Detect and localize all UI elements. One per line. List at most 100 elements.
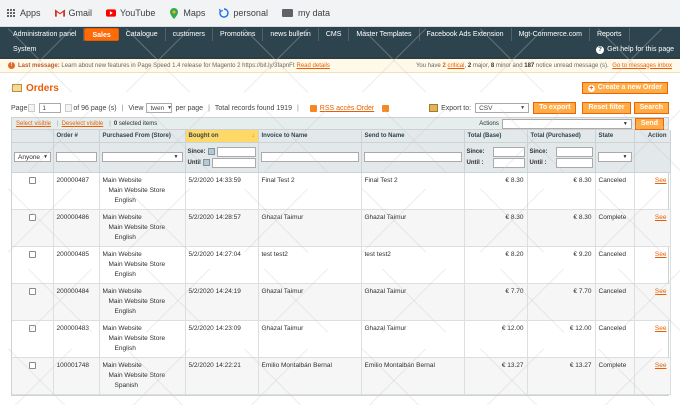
- store-website: Main Website: [102, 361, 142, 369]
- bookmark-apps[interactable]: Apps: [6, 8, 41, 18]
- export-format-select[interactable]: CSV ▼: [475, 103, 530, 113]
- select-filter[interactable]: Anyone ▼: [14, 152, 51, 162]
- read-details-link[interactable]: Read details: [297, 63, 330, 69]
- table-row[interactable]: 200000483 Main Website Main Website Store E…: [12, 320, 671, 358]
- col-bought-on[interactable]: Bought on ↓: [185, 130, 259, 143]
- create-order-button[interactable]: + Create a new Order: [581, 82, 668, 94]
- state-filter-select[interactable]: ▼: [597, 152, 632, 162]
- invoice-filter-input[interactable]: [260, 152, 359, 162]
- nav-item-facebook-ads[interactable]: Facebook Ads Extension: [420, 28, 512, 41]
- deselect-visible-link[interactable]: Deselect visible: [62, 121, 104, 127]
- base-from-input[interactable]: [492, 146, 525, 157]
- col-invoice-to[interactable]: Invoice to Name: [258, 130, 362, 143]
- base-since-label: Since:: [466, 148, 485, 155]
- row-checkbox[interactable]: [28, 324, 36, 332]
- col-total-base[interactable]: Total (Base): [464, 130, 528, 143]
- table-row[interactable]: 200000484 Main Website Main Website Store E…: [12, 283, 671, 321]
- see-order-link[interactable]: See: [655, 214, 667, 221]
- invoice-to: Emilio Montalbán Bernal: [258, 357, 362, 395]
- page-input[interactable]: 1: [39, 103, 62, 113]
- create-order-label: Create a new Order: [597, 84, 662, 91]
- bookmark-personal[interactable]: personal: [219, 8, 268, 18]
- send-button[interactable]: Send: [634, 117, 664, 130]
- calendar-icon[interactable]: [202, 159, 210, 166]
- see-order-link[interactable]: See: [655, 177, 667, 184]
- col-total-purchased[interactable]: Total (Purchased): [527, 130, 596, 143]
- col-send-to[interactable]: Send to Name: [361, 130, 465, 143]
- table-row[interactable]: 200000485 Main Website Main Website Store E…: [12, 246, 671, 284]
- rss-icon[interactable]: [382, 104, 390, 112]
- next-page-arrow-icon[interactable]: [65, 104, 73, 112]
- col-action: Action: [634, 130, 671, 143]
- see-order-link[interactable]: See: [655, 251, 667, 258]
- send-to: Final Test 2: [361, 172, 465, 210]
- per-page-select[interactable]: twen ▼: [146, 103, 173, 113]
- date-since-input[interactable]: [216, 146, 256, 157]
- purchased-from-input[interactable]: [555, 146, 593, 157]
- page-label: Page: [11, 104, 28, 112]
- row-checkbox[interactable]: [28, 250, 36, 258]
- page-title: Orders: [12, 83, 59, 94]
- bought-on: 5/2/2020 14:24:19: [185, 283, 259, 321]
- nav-item-news-bulletin[interactable]: news bulletin: [263, 28, 319, 41]
- nav-item-promotions[interactable]: Promotions: [213, 28, 264, 41]
- bookmark-youtube[interactable]: YouTube: [106, 8, 155, 18]
- row-checkbox[interactable]: [28, 361, 36, 369]
- bookmark-my-data[interactable]: my data: [281, 8, 330, 18]
- see-order-link[interactable]: See: [655, 325, 667, 332]
- col-state[interactable]: State: [595, 130, 635, 143]
- help-link[interactable]: ? Get help for this page: [596, 45, 674, 54]
- nav-item-cms[interactable]: CMS: [319, 28, 350, 41]
- reset-filter-button[interactable]: Reset filter: [582, 102, 631, 114]
- row-checkbox[interactable]: [28, 213, 36, 221]
- store-view: English: [114, 270, 136, 278]
- nav-item-sales[interactable]: Sales: [84, 28, 119, 41]
- export-button[interactable]: To export: [533, 102, 577, 114]
- critical-link[interactable]: critical: [447, 63, 464, 69]
- date-since-label: Since:: [187, 148, 206, 155]
- export-label: Export to:: [441, 104, 472, 112]
- order-state: Complete: [595, 357, 635, 395]
- search-button[interactable]: Search: [633, 102, 669, 114]
- prev-page-arrow-icon[interactable]: [28, 104, 36, 112]
- date-until-input[interactable]: [211, 157, 256, 168]
- actions-select[interactable]: ▼: [501, 118, 632, 129]
- see-order-link[interactable]: See: [655, 288, 667, 295]
- chevron-down-icon: ▼: [173, 154, 179, 160]
- bookmark-gmail[interactable]: Gmail: [54, 8, 92, 18]
- row-select-cell: [12, 209, 54, 247]
- table-row[interactable]: 100001748 Main Website Main Website Store S…: [12, 357, 671, 395]
- purchased-to-input[interactable]: [555, 157, 593, 168]
- select-visible-link[interactable]: Select visible: [16, 121, 51, 127]
- total-base: € 7.70: [464, 283, 528, 321]
- nav-item-system[interactable]: System: [6, 43, 43, 56]
- col-purchased-from[interactable]: Purchased From (Store): [99, 130, 186, 143]
- see-order-link[interactable]: See: [655, 362, 667, 369]
- nav-item-catalogue[interactable]: Catalogue: [119, 28, 166, 41]
- calendar-icon[interactable]: [207, 148, 215, 155]
- goto-inbox-link[interactable]: Go to messages inbox: [612, 63, 672, 69]
- total-base: € 8.30: [464, 172, 528, 210]
- order-filter-input[interactable]: [55, 152, 97, 162]
- bought-on: 5/2/2020 14:22:21: [185, 357, 259, 395]
- col-order[interactable]: Order #: [53, 130, 100, 143]
- store-view: Spanish: [114, 381, 139, 389]
- bookmarks-bar: Apps Gmail YouTube Maps personal my data: [0, 0, 680, 27]
- nav-item-master-templates[interactable]: Master Templates: [349, 28, 420, 41]
- row-checkbox[interactable]: [28, 176, 36, 184]
- bookmark-maps[interactable]: Maps: [169, 7, 205, 19]
- base-to-input[interactable]: [492, 157, 525, 168]
- header-row: Order # Purchased From (Store) Bought on…: [12, 130, 671, 143]
- store-filter-select[interactable]: ▼: [101, 152, 183, 162]
- nav-item-reports[interactable]: Reports: [590, 28, 630, 41]
- nav-item-mgt-commerce[interactable]: Mgt-Commerce.com: [512, 28, 590, 41]
- nav-item-customers[interactable]: customers: [166, 28, 213, 41]
- rss-link[interactable]: RSS accès Order: [309, 104, 374, 112]
- row-checkbox[interactable]: [28, 287, 36, 295]
- table-row[interactable]: 200000487 Main Website Main Website Store E…: [12, 172, 671, 210]
- table-row[interactable]: 200000486 Main Website Main Website Store E…: [12, 209, 671, 247]
- nav-item-administration-panel[interactable]: Administration panel: [6, 28, 85, 41]
- actions-label: Actions: [479, 120, 499, 127]
- send-filter-input[interactable]: [363, 152, 462, 162]
- chevron-down-icon: ▼: [622, 154, 628, 160]
